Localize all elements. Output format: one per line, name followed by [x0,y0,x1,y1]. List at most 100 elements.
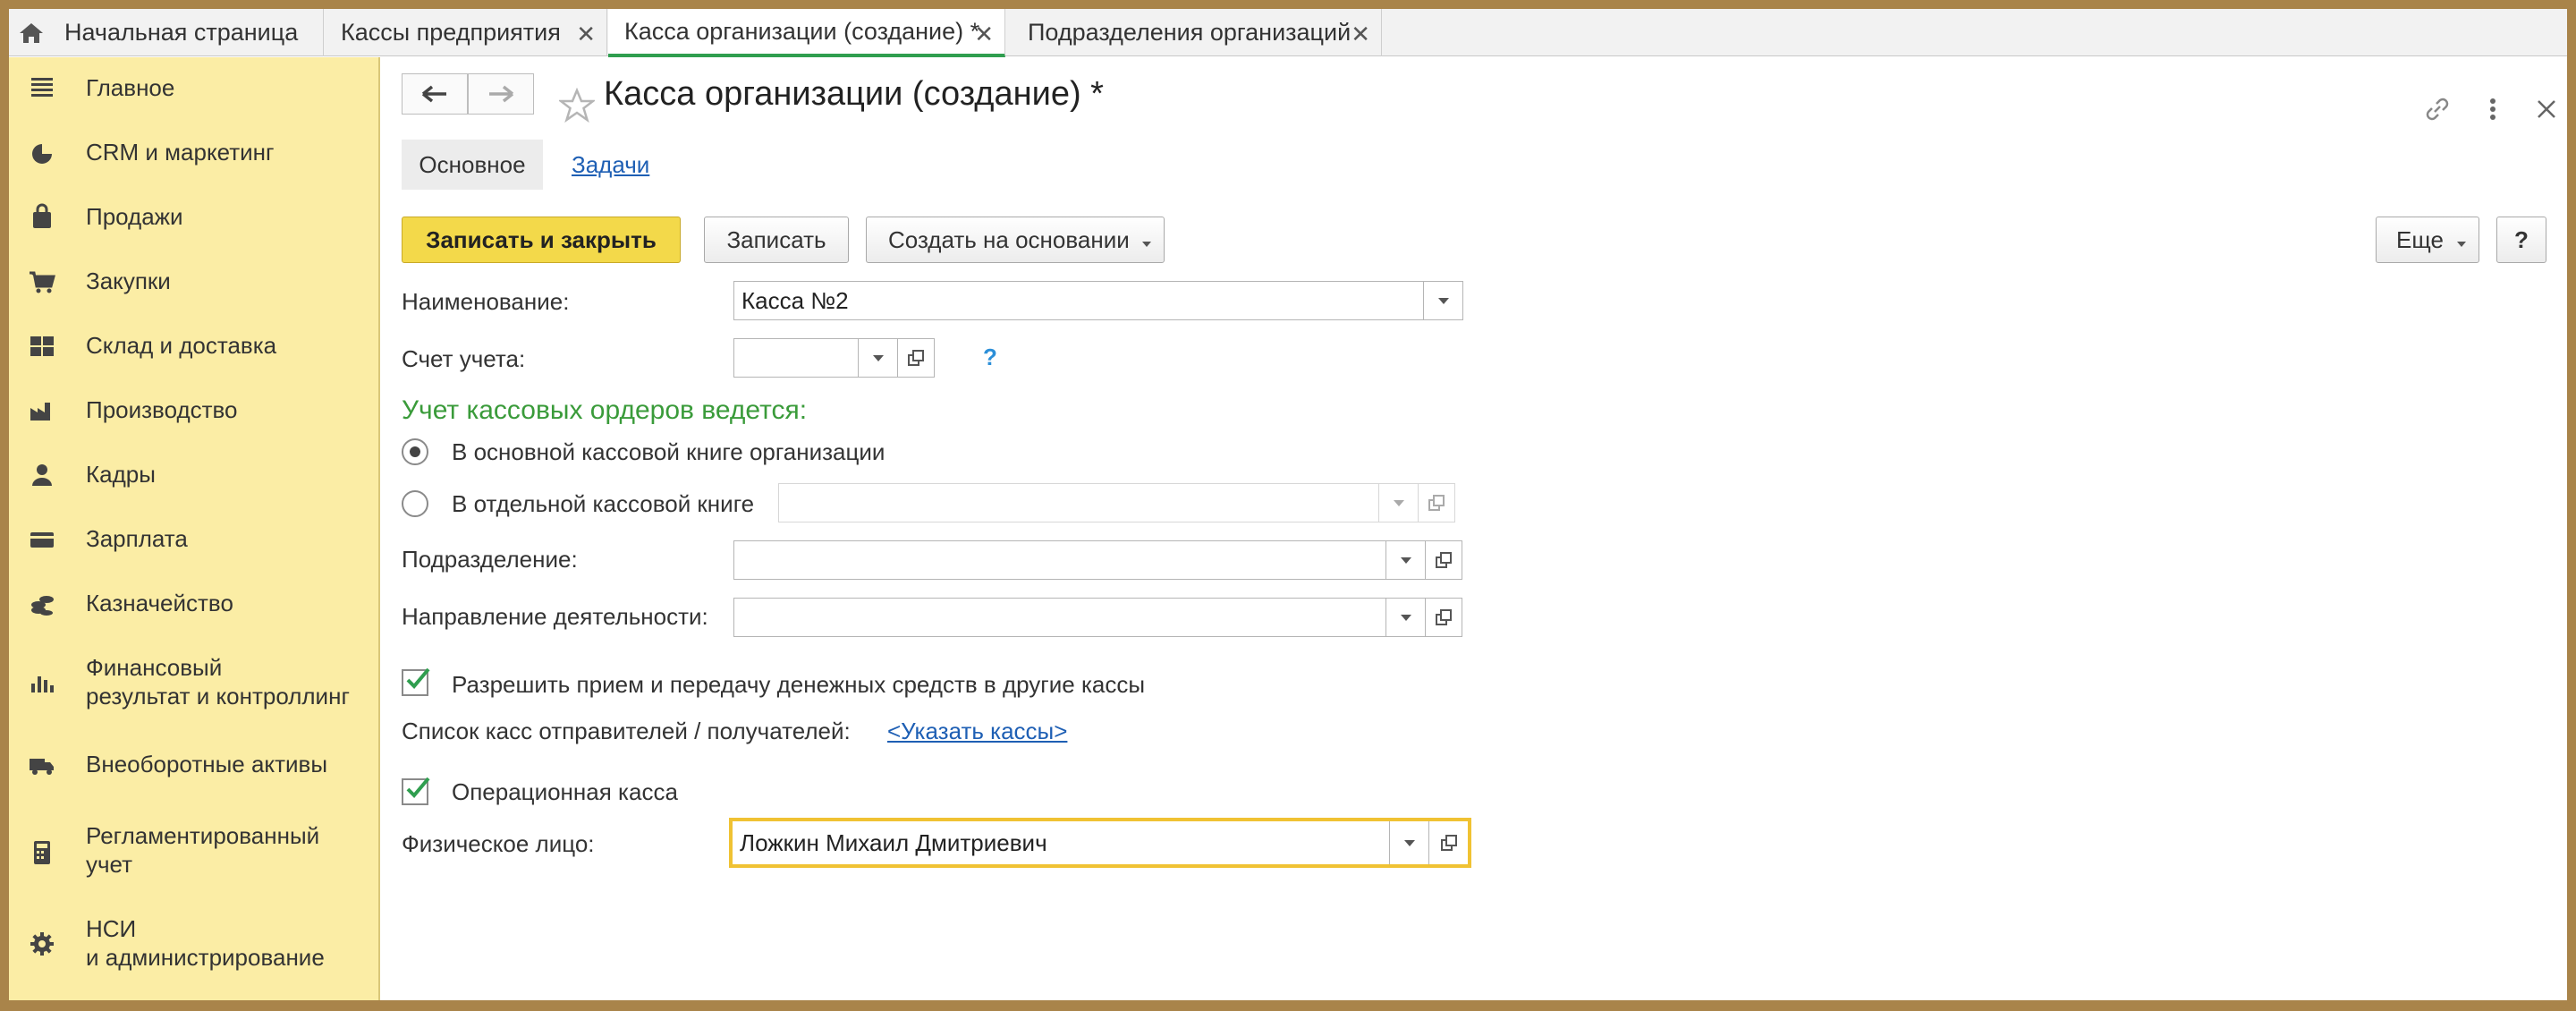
radio-main-cashbook[interactable] [402,438,428,465]
person-dropdown-button[interactable] [1389,821,1428,864]
factory-icon [30,403,50,421]
sidebar-item-label: учет [86,851,133,878]
tab-cash-create-label: Касса организации (создание) * [624,17,980,45]
link-icon[interactable] [2419,91,2455,127]
star-icon[interactable] [559,88,595,123]
gear-icon [30,932,54,956]
coins-icon [31,596,54,616]
operational-cash-label: Операционная касса [452,778,678,805]
sidebar-item-label: Главное [86,74,175,101]
cash-list-label: Список касс отправителей / получателей: [402,718,851,744]
open-icon [1436,609,1452,625]
sidebar-item-regulated-accounting[interactable]: Регламентированный учет [9,821,380,896]
department-dropdown-button[interactable] [1385,541,1425,579]
more-button[interactable]: Еще [2376,217,2479,263]
tab-main[interactable]: Основное [402,140,543,190]
allow-transfer-checkbox[interactable] [402,667,430,696]
activity-dropdown-button[interactable] [1385,599,1425,636]
sidebar-item-label: результат и контроллинг [86,683,350,709]
operational-cash-checkbox[interactable] [402,777,430,805]
chevron-down-icon [1142,242,1151,247]
create-based-on-button[interactable]: Создать на основании [866,217,1165,263]
tab-bar: Начальная страница Кассы предприятия ✕ К… [9,9,2567,57]
sidebar-item-production[interactable]: Производство [9,395,380,440]
close-icon[interactable]: ✕ [974,21,994,48]
card-icon [30,532,54,548]
person-open-button[interactable] [1428,821,1468,864]
name-field[interactable]: Касса №2 [733,281,1463,320]
sidebar-item-label: CRM и маркетинг [86,139,275,166]
tab-tasks[interactable]: Задачи [572,140,649,190]
tab-home[interactable]: Начальная страница [9,9,324,56]
sidebar-item-fixed-assets[interactable]: Внеоборотные активы [9,750,380,794]
radio-separate-cashbook[interactable] [402,490,428,517]
sidebar-item-label: Зарплата [86,525,188,552]
bar-chart-icon [31,676,54,692]
radio-main-label: В основной кассовой книге организации [452,438,886,465]
sidebar-item-nsi-admin[interactable]: НСИ и администрирование [9,914,380,990]
chevron-down-icon [1437,297,1449,304]
help-button[interactable]: ? [2496,217,2546,263]
sidebar-item-label: Закупки [86,268,171,294]
activity-field[interactable] [733,598,1426,637]
calculator-icon [34,841,50,864]
app-window: Начальная страница Кассы предприятия ✕ К… [9,9,2567,1000]
person-icon [32,464,52,486]
sidebar-item-sales[interactable]: Продажи [9,202,380,247]
tab-cash-create[interactable]: Касса организации (создание) * ✕ [608,9,1005,57]
activity-open-button[interactable] [1425,598,1462,637]
page-title: Касса организации (создание) * [604,75,1104,113]
sidebar-item-main[interactable]: Главное [9,73,380,118]
forward-button[interactable] [468,73,534,115]
separate-cashbook-dropdown [1378,484,1418,522]
sidebar: Главное CRM и маркетинг Продажи Закупки [9,57,380,1000]
sidebar-item-purchases[interactable]: Закупки [9,267,380,311]
department-open-button[interactable] [1425,540,1462,580]
account-dropdown-button[interactable] [858,339,897,377]
truck-icon [30,759,54,775]
sidebar-item-label: Внеоборотные активы [86,751,328,777]
specify-cash-link[interactable]: <Указать кассы> [887,718,1067,745]
name-label: Наименование: [402,288,570,315]
sidebar-item-treasury[interactable]: Казначейство [9,589,380,633]
allow-transfer-label: Разрешить прием и передачу денежных сред… [452,671,1146,698]
person-field[interactable]: Ложкин Михаил Дмитриевич [729,818,1471,868]
chevron-down-icon [1403,839,1415,846]
main-content: Касса организации (создание) * Основное … [382,57,2567,1000]
sidebar-item-financial-result[interactable]: Финансовый результат и контроллинг [9,653,380,728]
sidebar-item-hr[interactable]: Кадры [9,460,380,505]
tab-departments[interactable]: Подразделения организаций ✕ [1006,9,1382,56]
account-open-button[interactable] [897,338,935,378]
sidebar-item-salary[interactable]: Зарплата [9,524,380,569]
close-icon[interactable]: ✕ [1351,21,1370,48]
tab-company-cash-label: Кассы предприятия [341,19,561,46]
sidebar-item-crm[interactable]: CRM и маркетинг [9,138,380,183]
sidebar-item-label: Производство [86,396,238,423]
checkmark-icon [406,777,430,798]
close-icon[interactable] [2529,91,2564,127]
sidebar-item-warehouse[interactable]: Склад и доставка [9,331,380,376]
chevron-down-icon [2457,242,2466,247]
account-help-icon[interactable]: ? [983,344,997,371]
more-vertical-icon[interactable] [2475,91,2511,127]
account-field[interactable] [733,338,898,378]
save-button[interactable]: Записать [704,217,849,263]
save-and-close-button[interactable]: Записать и закрыть [402,217,681,263]
checkmark-icon [406,667,430,689]
back-button[interactable] [402,73,468,115]
name-dropdown-button[interactable] [1423,282,1462,319]
department-field[interactable] [733,540,1426,580]
pie-chart-icon [32,142,54,164]
person-value: Ложкин Михаил Дмитриевич [740,828,1047,856]
close-icon[interactable]: ✕ [576,21,596,48]
tab-company-cash[interactable]: Кассы предприятия ✕ [325,9,607,56]
sidebar-item-label: и администрирование [86,944,325,971]
sidebar-item-label: Продажи [86,203,183,230]
arrow-left-icon [421,85,446,103]
open-icon [908,350,924,366]
activity-label: Направление деятельности: [402,603,708,630]
name-value: Касса №2 [741,286,849,314]
sidebar-item-label: Склад и доставка [86,332,277,359]
tab-departments-label: Подразделения организаций [1028,19,1352,46]
more-label: Еще [2396,225,2444,253]
